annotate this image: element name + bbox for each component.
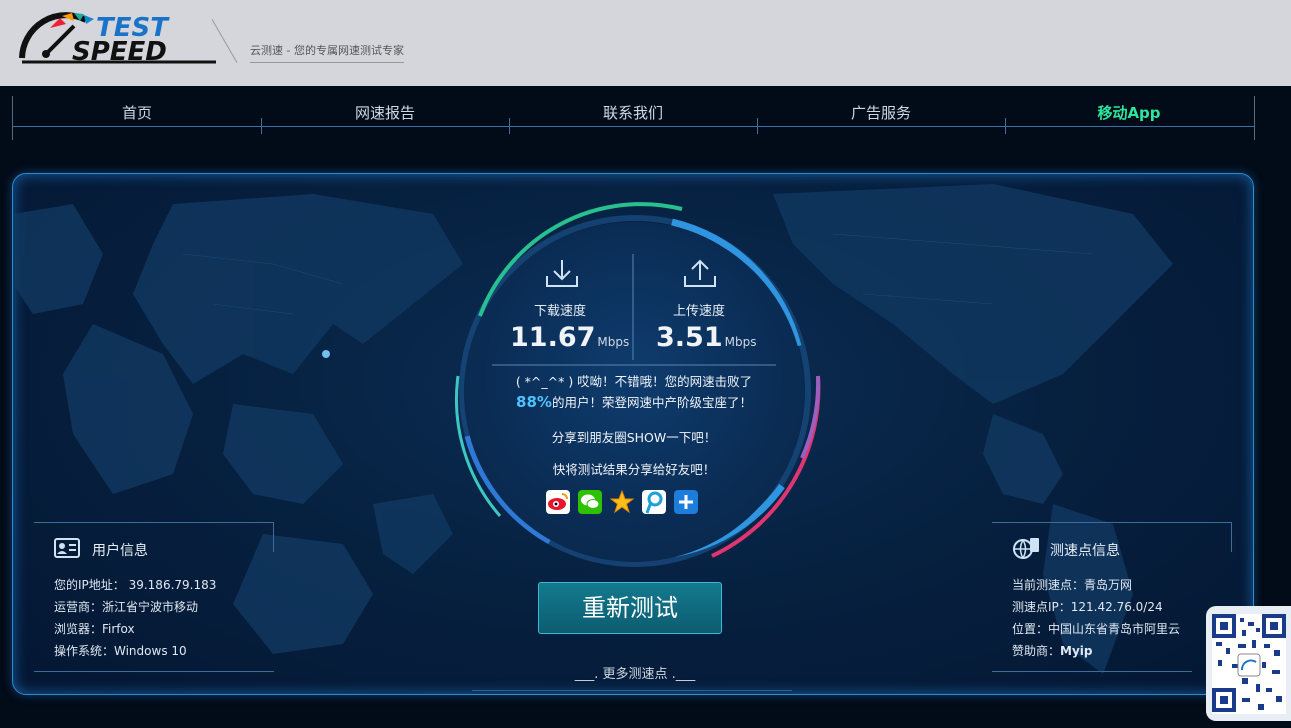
card-bottom-line [34,671,274,672]
upload-speed-label: 上传速度 [673,304,726,319]
result-message-line1: ( *^_^* ) 哎呦！不错哦！您的网速击败了 [515,374,753,389]
node-sponsor: 赞助商：Myip [1012,642,1092,659]
download-speed-value: 11.67 Mbps [510,322,629,353]
card-corner [273,522,274,552]
card-top-line [34,522,274,523]
nav-item-home[interactable]: 首页 [13,102,261,123]
logo-text-speed: SPEED [72,37,167,67]
result-message: ( *^_^* ) 哎呦！不错哦！您的网速击败了 88%的用户！荣登网速中产阶级… [484,372,784,413]
nav-item-contact[interactable]: 联系我们 [509,102,757,123]
user-os: 操作系统：Windows 10 [54,644,187,658]
user-ip: 您的IP地址： 39.186.79.183 [54,578,217,592]
upload-value-number: 3.51 [656,322,723,353]
upload-icon [684,259,716,287]
upload-speed-value: 3.51 Mbps [656,322,756,353]
server-node-icon [1013,538,1039,559]
wechat-icon[interactable] [578,490,602,514]
download-icon [546,260,578,287]
card-corner [1231,522,1232,552]
download-value-number: 11.67 [510,322,596,353]
nav-item-speed-report[interactable]: 网速报告 [261,102,509,123]
user-isp: 运营商：浙江省宁波市移动 [54,600,199,614]
card-top-line [992,522,1232,523]
nav-item-mobile-app[interactable]: 移动App [1005,102,1253,123]
qzone-icon[interactable] [609,489,635,514]
nav-separator [261,118,262,134]
weibo-icon[interactable] [546,490,570,514]
result-message-line2: 88%的用户！荣登网速中产阶级宝座了！ [484,392,784,413]
divider [472,690,792,691]
node-location: 位置：中国山东省青岛市阿里云 [1012,622,1181,636]
speed-result-circle: 下载速度 上传速度 11.67 Mbps 3.51 Mbps ( *^_^* ) 哎… [464,222,804,562]
sponsor-name[interactable]: Myip [1060,644,1092,658]
more-nodes-link[interactable]: ___. 更多测速点 .___ [560,663,710,682]
nav-separator [757,118,758,134]
card-bottom-line [992,671,1192,672]
share-prompt-1: 分享到朋友圈SHOW一下吧！ [551,430,717,445]
sponsor-label: 赞助商： [1012,644,1061,658]
share-prompt-2: 快将测试结果分享给好友吧！ [552,462,716,477]
user-info-card: 用户信息 您的IP地址： 39.186.79.183 运营商：浙江省宁波市移动 … [34,522,274,672]
main-nav: 首页 网速报告 联系我们 广告服务 移动App [12,96,1255,140]
retest-button[interactable]: 重新测试 [538,582,722,634]
result-message-suffix: 的用户！荣登网速中产阶级宝座了！ [551,395,752,410]
user-browser: 浏览器：Firfox [54,622,135,636]
upload-unit: Mbps [724,335,757,349]
share-icon-row [546,489,726,516]
qr-code-icon [1212,614,1286,714]
test-speed-logo[interactable]: TEST SPEED [16,10,216,70]
tencent-weibo-icon[interactable] [642,490,666,514]
qr-code-widget[interactable] [1206,606,1291,721]
node-info-title: 测速点信息 [1050,543,1120,559]
header-bar: TEST SPEED 云测速 - 您的专属网速测试专家 [0,0,1291,86]
test-node-info-card: 测速点信息 当前测速点：青岛万网 测速点IP：121.42.76.0/24 位置… [992,522,1232,672]
nav-item-ads[interactable]: 广告服务 [757,102,1005,123]
node-ip: 测速点IP：121.42.76.0/24 [1012,600,1163,614]
download-speed-label: 下载速度 [534,304,587,319]
node-current: 当前测速点：青岛万网 [1012,578,1133,592]
id-card-icon [54,538,80,558]
user-info-title: 用户信息 [92,543,148,559]
beat-percent: 88% [516,393,552,411]
more-share-icon[interactable] [674,490,698,514]
nav-separator [509,118,510,134]
nav-separator [1005,118,1006,134]
slogan: 云测速 - 您的专属网速测试专家 [250,42,404,63]
download-unit: Mbps [597,335,630,349]
nav-underline [13,126,1254,127]
